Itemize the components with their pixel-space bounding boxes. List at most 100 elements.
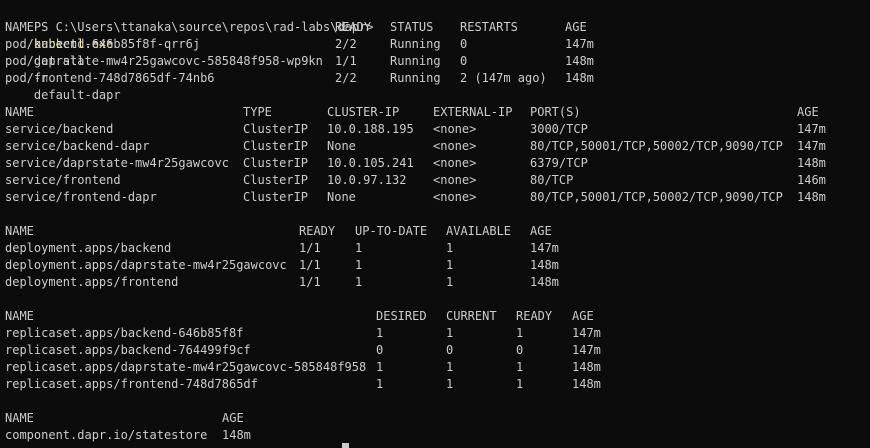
services-row-cell: 147m — [797, 122, 826, 136]
deployments-row-cell: 1 — [355, 241, 363, 255]
components-row-cell: 148m — [222, 428, 251, 442]
pods-row-cell: pod/backend-646b85f8f-qrr6j — [5, 37, 201, 51]
replicasets-row-cell: 1 — [376, 377, 384, 391]
replicasets-row-cell: 0 — [446, 343, 454, 357]
deployments-row-cell: deployment.apps/daprstate-mw4r25gawcovc — [5, 258, 287, 272]
services-row-cell: <none> — [433, 156, 477, 170]
replicasets-row-cell: 1 — [516, 360, 524, 374]
replicasets-header-row-cell: DESIRED — [376, 309, 427, 323]
services-row-cell: 80/TCP,50001/TCP,50002/TCP,9090/TCP — [530, 139, 783, 153]
services-row-cell: ClusterIP — [243, 190, 309, 204]
pods-row-cell: 2/2 — [335, 71, 357, 85]
pods-row-cell: 148m — [565, 54, 594, 68]
deployments-row-cell: 1 — [355, 275, 363, 289]
deployments-row-cell: 147m — [530, 241, 559, 255]
services-row-cell: 146m — [797, 173, 826, 187]
services-header-row-cell: CLUSTER-IP — [327, 105, 400, 119]
services-row-cell: 148m — [797, 156, 826, 170]
command-namespace: default-dapr — [33, 88, 121, 102]
terminal-window[interactable]: PS C:\Users\ttanaka\source\repos\rad-lab… — [0, 0, 870, 448]
services-row-cell: None — [327, 190, 356, 204]
services-row-cell: 10.0.97.132 — [327, 173, 407, 187]
components-row-cell: component.dapr.io/statestore — [5, 428, 208, 442]
pods-row-cell: Running — [390, 71, 441, 85]
deployments-row-cell: deployment.apps/backend — [5, 241, 172, 255]
services-header-row-cell: TYPE — [243, 105, 272, 119]
replicasets-row-cell: 1 — [446, 360, 454, 374]
pods-row-cell: pod/daprstate-mw4r25gawcovc-585848f958-w… — [5, 54, 323, 68]
deployments-header-row-cell: NAME — [5, 224, 34, 238]
deployments-header-row-cell: AGE — [530, 224, 552, 238]
services-row-cell: service/backend-dapr — [5, 139, 150, 153]
services-header-row-cell: NAME — [5, 105, 34, 119]
services-row-cell: ClusterIP — [243, 156, 309, 170]
services-row-cell: 10.0.105.241 — [327, 156, 414, 170]
prompt-path: PS C:\Users\ttanaka\source\repos\rad-lab… — [33, 20, 374, 34]
replicasets-header-row-cell: AGE — [572, 309, 594, 323]
replicasets-row-cell: 0 — [516, 343, 524, 357]
services-row-cell: ClusterIP — [243, 139, 309, 153]
services-row-cell: 6379/TCP — [530, 156, 588, 170]
deployments-header-row-cell: UP-TO-DATE — [355, 224, 428, 238]
pods-row-cell: pod/frontend-748d7865df-74nb6 — [5, 71, 215, 85]
services-row-cell: 80/TCP,50001/TCP,50002/TCP,9090/TCP — [530, 190, 783, 204]
services-row-cell: service/backend — [5, 122, 114, 136]
pods-row-cell: 147m — [565, 37, 594, 51]
replicasets-header-row-cell: CURRENT — [446, 309, 497, 323]
replicasets-row-cell: replicaset.apps/backend-764499f9cf — [5, 343, 251, 357]
replicasets-row-cell: 147m — [572, 343, 601, 357]
pods-row-cell: 148m — [565, 71, 594, 85]
text-cursor — [342, 443, 349, 448]
deployments-row-cell: 1 — [446, 275, 454, 289]
deployments-row-cell: 1/1 — [299, 241, 321, 255]
deployments-row-cell: 1 — [355, 258, 363, 272]
services-row-cell: 147m — [797, 139, 826, 153]
pods-row-cell: 0 — [460, 54, 468, 68]
pods-header-row-cell: NAME — [5, 20, 34, 34]
pods-header-row-cell: STATUS — [390, 20, 434, 34]
replicasets-row-cell: 148m — [572, 360, 601, 374]
replicasets-row-cell: 1 — [446, 326, 454, 340]
prompt-line: PS C:\Users\ttanaka\source\repos\rad-lab… — [5, 2, 374, 102]
services-header-row-cell: EXTERNAL-IP — [433, 105, 513, 119]
services-row-cell: ClusterIP — [243, 122, 309, 136]
deployments-row-cell: 1 — [446, 258, 454, 272]
deployments-row-cell: 1/1 — [299, 275, 321, 289]
replicasets-row-cell: 148m — [572, 377, 601, 391]
services-row-cell: <none> — [433, 173, 477, 187]
replicasets-row-cell: 1 — [516, 326, 524, 340]
pods-row-cell: Running — [390, 37, 441, 51]
deployments-row-cell: deployment.apps/frontend — [5, 275, 179, 289]
services-row-cell: 148m — [797, 190, 826, 204]
deployments-row-cell: 148m — [530, 258, 559, 272]
pods-row-cell: 2/2 — [335, 37, 357, 51]
pods-row-cell: 2 (147m ago) — [460, 71, 547, 85]
services-row-cell: service/daprstate-mw4r25gawcovc — [5, 156, 229, 170]
deployments-row-cell: 148m — [530, 275, 559, 289]
deployments-row-cell: 1 — [446, 241, 454, 255]
services-row-cell: service/frontend — [5, 173, 121, 187]
pods-header-row-cell: RESTARTS — [460, 20, 518, 34]
deployments-header-row-cell: AVAILABLE — [446, 224, 512, 238]
replicasets-row-cell: 1 — [516, 377, 524, 391]
replicasets-row-cell: replicaset.apps/frontend-748d7865df — [5, 377, 258, 391]
components-header-row-cell: NAME — [5, 411, 34, 425]
deployments-header-row-cell: READY — [299, 224, 336, 238]
services-row-cell: 10.0.188.195 — [327, 122, 414, 136]
pods-row-cell: 1/1 — [335, 54, 357, 68]
services-row-cell: ClusterIP — [243, 173, 309, 187]
services-header-row-cell: PORT(S) — [530, 105, 581, 119]
services-row-cell: None — [327, 139, 356, 153]
replicasets-row-cell: replicaset.apps/backend-646b85f8f — [5, 326, 244, 340]
pods-row-cell: 0 — [460, 37, 468, 51]
pods-header-row-cell: AGE — [565, 20, 587, 34]
services-row-cell: 80/TCP — [530, 173, 574, 187]
deployments-row-cell: 1/1 — [299, 258, 321, 272]
next-prompt-fragment — [262, 444, 336, 448]
services-header-row-cell: AGE — [797, 105, 819, 119]
replicasets-row-cell: replicaset.apps/daprstate-mw4r25gawcovc-… — [5, 360, 367, 374]
replicasets-row-cell: 1 — [376, 360, 384, 374]
replicasets-row-cell: 1 — [446, 377, 454, 391]
pods-row-cell: Running — [390, 54, 441, 68]
replicasets-row-cell: 147m — [572, 326, 601, 340]
